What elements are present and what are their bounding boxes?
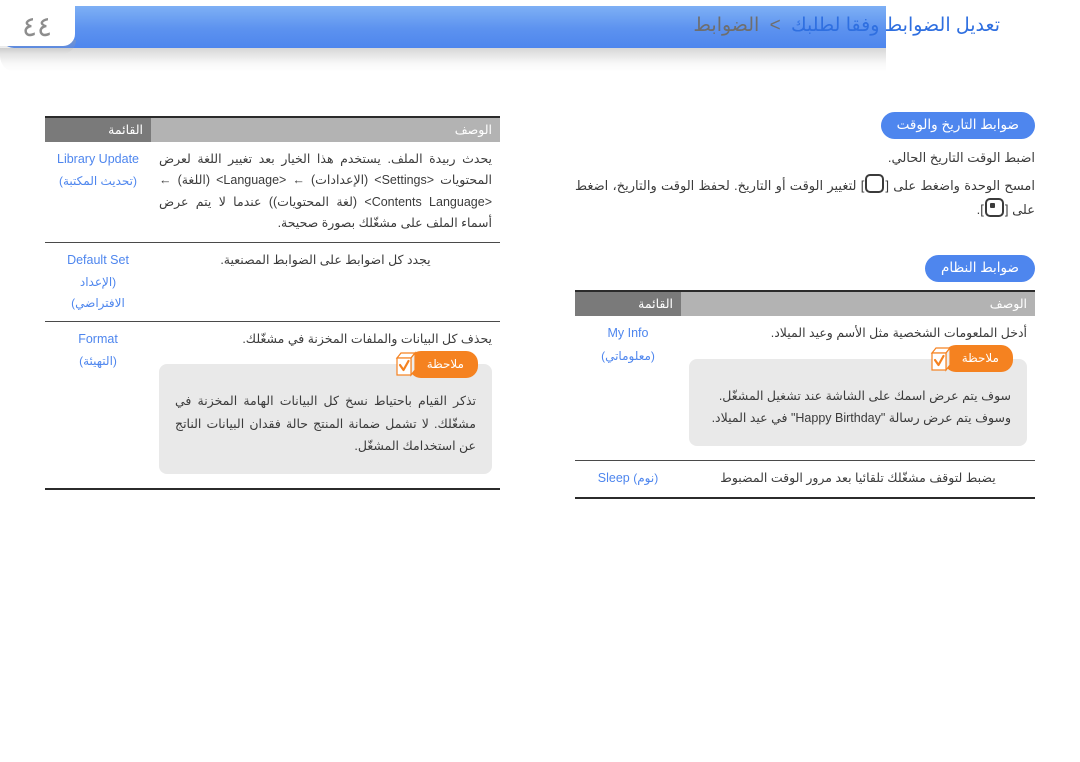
cell-menu: Default Set (الإعداد الافتراضي) — [45, 242, 151, 323]
breadcrumb-parent: الضوابط — [693, 15, 760, 36]
datetime-paragraph-2: امسح الوحدة واضغط على [] لتغيير الوقت أو… — [575, 173, 1035, 222]
cell-description-text: يحذف كل البيانات والملفات المخزنة في مشغ… — [242, 332, 492, 347]
table-row: يضبط لتوقف مشغّلك تلقائيا بعد مرور الوقت… — [575, 460, 1035, 499]
note-tag: ملاحظة — [393, 350, 478, 378]
menu-label-ar: (نوم) — [633, 470, 659, 485]
menu-label-ar: (معلوماتي) — [601, 348, 655, 363]
settings-table-right: الوصف القائمة أدخل الملعومات الشخصية مثل… — [575, 290, 1035, 499]
note-tag: ملاحظة — [928, 344, 1013, 373]
header-bar-shadow — [0, 48, 886, 72]
note-text-before: وسوف يتم عرض رسالة " — [880, 411, 1011, 425]
column-header-description: الوصف — [151, 117, 500, 142]
table-row: يحذف كل البيانات والملفات المخزنة في مشغ… — [45, 321, 500, 490]
breadcrumb-current: تعديل الضوابط وفقا لطلبك — [791, 15, 1000, 36]
note-text-english: Happy Birthday — [795, 411, 881, 425]
cell-menu: Library Update (تحديث المكتبة) — [45, 142, 151, 243]
settings-table-left: الوصف القائمة يحدث ربيدة الملف. يستخدم ه… — [45, 116, 500, 490]
note-label: ملاحظة — [943, 344, 1013, 373]
note-text-line-2: وسوف يتم عرض رسالة "Happy Birthday" في ع… — [705, 407, 1011, 430]
column-header-menu: القائمة — [45, 117, 151, 142]
menu-label-en: Library Update — [57, 152, 139, 166]
note-box: ملاحظة تذكر القيام باحتياط نسخ كل البيان… — [159, 350, 492, 474]
note-checkbox-icon — [393, 351, 419, 377]
menu-label-en: Default Set — [67, 253, 129, 267]
table-row: يحدث ربيدة الملف. يستخدم هذا الخيار بعد … — [45, 142, 500, 243]
rounded-square-ok-button-icon — [984, 197, 1004, 217]
cell-description: يحذف كل البيانات والملفات المخزنة في مشغ… — [151, 321, 500, 490]
page-header: تعديل الضوابط وفقا لطلبك > الضوابط — [0, 0, 1080, 90]
cell-description-text: أدخل الملعومات الشخصية مثل الأسم وعيد ال… — [770, 326, 1027, 341]
cell-description: يحدث ربيدة الملف. يستخدم هذا الخيار بعد … — [151, 142, 500, 243]
note-text-after: " في عيد الميلاد. — [711, 411, 796, 425]
note-box: ملاحظة سوف يتم عرض اسمك على الشاشة عند ت… — [689, 344, 1027, 446]
column-header-description: الوصف — [681, 291, 1035, 317]
menu-label-ar: (الإعداد الافتراضي) — [71, 275, 125, 310]
menu-label-ar: (التهيئة) — [79, 354, 117, 369]
table-row: يجدد كل اضوابط على الضوابط المصنعية. Def… — [45, 242, 500, 323]
rounded-square-button-icon — [865, 173, 885, 193]
datetime-text-before: امسح الوحدة واضغط على [ — [885, 177, 1035, 193]
cell-menu: My Info (معلوماتي) — [575, 316, 681, 461]
cell-menu: Format (التهيئة) — [45, 321, 151, 490]
menu-label-en: My Info — [607, 326, 649, 341]
datetime-paragraph-1: اضبط الوقت التاريخ الحالي. — [887, 150, 1035, 165]
left-column: الوصف القائمة يحدث ربيدة الملف. يستخدم ه… — [45, 112, 500, 490]
note-text: تذكر القيام باحتياط نسخ كل البيانات الها… — [175, 394, 476, 454]
table-row: أدخل الملعومات الشخصية مثل الأسم وعيد ال… — [575, 316, 1035, 461]
cell-menu: Sleep (نوم) — [575, 460, 681, 499]
table-header-row: الوصف القائمة — [575, 291, 1035, 317]
note-checkbox-icon — [928, 345, 954, 372]
menu-label-ar: (تحديث المكتبة) — [58, 174, 138, 189]
menu-label-en: Format — [78, 332, 118, 347]
note-label: ملاحظة — [408, 350, 478, 378]
breadcrumb-separator: > — [769, 15, 781, 36]
section-datetime-header: ضوابط التاريخ والوقت — [575, 112, 1035, 139]
cell-description: أدخل الملعومات الشخصية مثل الأسم وعيد ال… — [681, 316, 1035, 461]
menu-label-en: Sleep — [597, 470, 630, 485]
section-system-header: ضوابط النظام — [575, 255, 1035, 283]
datetime-text-after: ]. — [976, 201, 984, 217]
page-number: ٤٤ — [22, 10, 53, 43]
section-badge-system: ضوابط النظام — [925, 255, 1035, 283]
cell-description: يجدد كل اضوابط على الضوابط المصنعية. — [151, 242, 500, 323]
column-header-menu: القائمة — [575, 291, 681, 317]
table-header-row: الوصف القائمة — [45, 117, 500, 142]
note-text-line-1: سوف يتم عرض اسمك على الشاشة عند تشغيل ال… — [718, 388, 1011, 403]
breadcrumb: تعديل الضوابط وفقا لطلبك > الضوابط — [693, 14, 1000, 37]
right-column: ضوابط التاريخ والوقت اضبط الوقت التاريخ … — [575, 112, 1035, 499]
section-badge-datetime: ضوابط التاريخ والوقت — [880, 112, 1035, 139]
cell-description: يضبط لتوقف مشغّلك تلقائيا بعد مرور الوقت… — [681, 460, 1035, 499]
